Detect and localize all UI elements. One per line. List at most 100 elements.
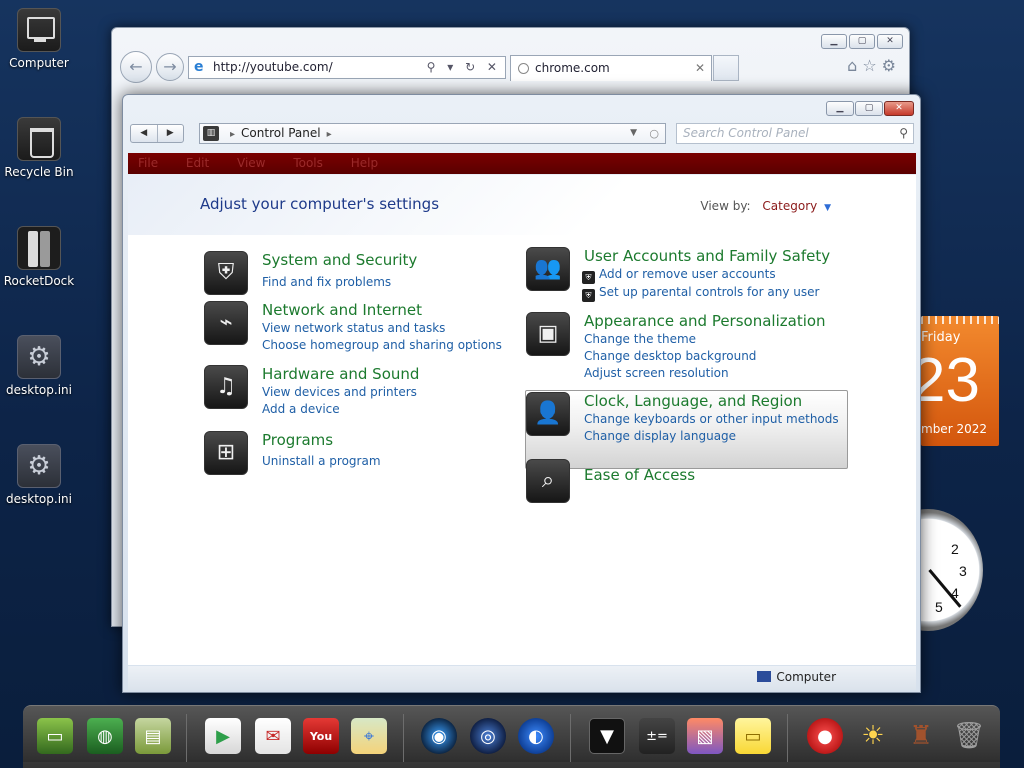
tab-title: chrome.com bbox=[535, 61, 610, 75]
category-title[interactable]: Network and Internet bbox=[262, 301, 422, 319]
desktop-icon-desktop-ini-2[interactable]: ⚙ desktop.ini bbox=[6, 444, 72, 506]
desktop-icon-rocketdock[interactable]: RocketDock bbox=[4, 226, 74, 288]
category-link[interactable]: ⛨ Set up parental controls for any user bbox=[582, 285, 819, 302]
category-title[interactable]: Hardware and Sound bbox=[262, 365, 419, 383]
chevron-down-icon[interactable]: ▼ bbox=[630, 124, 637, 143]
category-link[interactable]: Uninstall a program bbox=[262, 454, 381, 468]
category-title[interactable]: Programs bbox=[262, 431, 333, 449]
world-map-icon[interactable]: ◍ bbox=[87, 718, 123, 754]
forward-button[interactable]: → bbox=[156, 53, 184, 81]
menu-item-view[interactable]: View bbox=[237, 156, 265, 170]
desktop-icon-label: Computer bbox=[9, 56, 69, 70]
category-link[interactable]: Add a device bbox=[262, 402, 340, 416]
category-link[interactable]: View network status and tasks bbox=[262, 321, 445, 335]
weather-icon[interactable]: ☀ bbox=[855, 718, 891, 754]
speaker-icon[interactable]: ◎ bbox=[470, 718, 506, 754]
home-icon[interactable]: ⌂ bbox=[847, 56, 862, 75]
category-link[interactable]: View devices and printers bbox=[262, 385, 417, 399]
category-link[interactable]: Adjust screen resolution bbox=[584, 366, 729, 380]
desktop-icon-recycle-bin[interactable]: Recycle Bin bbox=[4, 117, 74, 179]
category-title[interactable]: User Accounts and Family Safety bbox=[584, 247, 830, 265]
category-link[interactable]: Change display language bbox=[584, 429, 736, 443]
category-title[interactable]: System and Security bbox=[262, 251, 417, 269]
breadcrumb-item[interactable]: Control Panel bbox=[241, 126, 321, 140]
category-link-text[interactable]: Add or remove user accounts bbox=[599, 267, 776, 281]
category-link[interactable]: Change keyboards or other input methods bbox=[584, 412, 839, 426]
youtube-icon[interactable]: You bbox=[303, 718, 339, 754]
gear-icon[interactable]: ⚙ bbox=[882, 56, 901, 75]
category-title[interactable]: Clock, Language, and Region bbox=[584, 392, 802, 410]
globe-icon[interactable]: ◐ bbox=[518, 718, 554, 754]
chevron-right-icon[interactable]: ▸ bbox=[327, 129, 332, 140]
forward-arrow-icon[interactable]: ▶ bbox=[158, 125, 184, 142]
view-by-value[interactable]: Category bbox=[762, 199, 817, 213]
search-input[interactable]: Search Control Panel ⚲ bbox=[676, 123, 914, 144]
search-icon[interactable]: ⚲ bbox=[899, 124, 908, 143]
dock-reflection bbox=[23, 762, 1000, 768]
computer-icon bbox=[17, 8, 61, 52]
refresh-icon[interactable]: ○ bbox=[649, 124, 659, 143]
category-link-text[interactable]: Set up parental controls for any user bbox=[599, 285, 819, 299]
gmail-icon[interactable]: ✉ bbox=[255, 718, 291, 754]
control-panel-address-bar[interactable]: ▥ ▸ Control Panel ▸ ▼ ○ bbox=[199, 123, 666, 144]
category-title[interactable]: Ease of Access bbox=[584, 466, 695, 484]
windows-logo-icon: ⊞ bbox=[204, 431, 248, 475]
status-bar: Computer bbox=[128, 666, 916, 690]
photo-icon[interactable]: ▧ bbox=[687, 718, 723, 754]
shield-icon: ⛨ bbox=[204, 251, 248, 295]
desktop-icon-desktop-ini-1[interactable]: ⚙ desktop.ini bbox=[6, 335, 72, 397]
trash-icon[interactable]: 🗑 bbox=[951, 718, 987, 754]
tv-icon[interactable]: ▼ bbox=[589, 718, 625, 754]
maximize-button[interactable]: ▢ bbox=[849, 34, 875, 49]
browser-toolbar-icons: ⌂☆⚙ bbox=[847, 56, 901, 75]
calendar-rings bbox=[921, 316, 999, 324]
address-tools[interactable]: ⚲ ▾ ↻ ✕ bbox=[427, 57, 501, 78]
back-forward-buttons[interactable]: ◀ ▶ bbox=[130, 124, 184, 143]
back-button[interactable]: ← bbox=[120, 51, 152, 83]
favorites-star-icon[interactable]: ☆ bbox=[862, 56, 881, 75]
browser-window-controls: ▁ ▢ ✕ bbox=[821, 34, 903, 49]
category-link[interactable]: Change desktop background bbox=[584, 349, 756, 363]
category-link[interactable]: ⛨ Add or remove user accounts bbox=[582, 267, 776, 284]
page-title: Adjust your computer's settings bbox=[200, 195, 440, 213]
menu-item-help[interactable]: Help bbox=[351, 156, 378, 170]
control-panel-window[interactable]: ▁ ▢ ✕ ◀ ▶ ▥ ▸ Control Panel ▸ ▼ ○ Search C… bbox=[122, 94, 921, 693]
gear-icon: ⚙ bbox=[17, 335, 61, 379]
angry-birds-icon[interactable]: ● bbox=[807, 718, 843, 754]
calendar-day-name: Friday bbox=[921, 330, 961, 345]
category-link[interactable]: Choose homegroup and sharing options bbox=[262, 338, 502, 352]
menu-item-tools[interactable]: Tools bbox=[293, 156, 323, 170]
minimize-button[interactable]: ▁ bbox=[821, 34, 847, 49]
breadcrumb[interactable]: ▸ Control Panel ▸ bbox=[224, 124, 338, 144]
view-by-selector[interactable]: View by: Category ▼ bbox=[700, 199, 831, 213]
category-link[interactable]: Change the theme bbox=[584, 332, 696, 346]
android-desktop-icon[interactable]: ▭ bbox=[37, 718, 73, 754]
back-arrow-icon[interactable]: ◀ bbox=[131, 125, 158, 142]
desktop-icon-label: Recycle Bin bbox=[4, 165, 74, 179]
sticky-note-icon[interactable]: ▭ bbox=[735, 718, 771, 754]
camera-lens-icon[interactable]: ◉ bbox=[421, 718, 457, 754]
chevron-down-icon[interactable]: ▼ bbox=[824, 203, 831, 213]
category-title[interactable]: Appearance and Personalization bbox=[584, 312, 826, 330]
calculator-icon[interactable]: ±= bbox=[639, 718, 675, 754]
maps-icon[interactable]: ⌖ bbox=[351, 718, 387, 754]
minimize-button[interactable]: ▁ bbox=[826, 101, 854, 116]
new-tab-button[interactable] bbox=[713, 55, 739, 81]
category-link[interactable]: Find and fix problems bbox=[262, 275, 391, 289]
android-robot-icon[interactable]: ♜ bbox=[903, 718, 939, 754]
status-computer: Computer bbox=[757, 670, 836, 684]
maximize-button[interactable]: ▢ bbox=[855, 101, 883, 116]
close-button[interactable]: ✕ bbox=[884, 101, 914, 116]
desktop-icon-computer[interactable]: Computer bbox=[6, 8, 72, 70]
close-tab-icon[interactable]: ✕ bbox=[695, 56, 705, 81]
calendar-gadget[interactable]: Friday 23 mber 2022 bbox=[921, 316, 999, 446]
close-button[interactable]: ✕ bbox=[877, 34, 903, 49]
menu-item-file[interactable]: File bbox=[138, 156, 158, 170]
loading-icon bbox=[518, 63, 529, 74]
view-by-label: View by: bbox=[700, 199, 751, 213]
browser-tab[interactable]: chrome.com ✕ bbox=[510, 55, 712, 81]
address-bar[interactable]: e http://youtube.com/ ⚲ ▾ ↻ ✕ bbox=[188, 56, 506, 79]
android-folder-icon[interactable]: ▤ bbox=[135, 718, 171, 754]
menu-item-edit[interactable]: Edit bbox=[186, 156, 209, 170]
play-store-icon[interactable]: ▶ bbox=[205, 718, 241, 754]
